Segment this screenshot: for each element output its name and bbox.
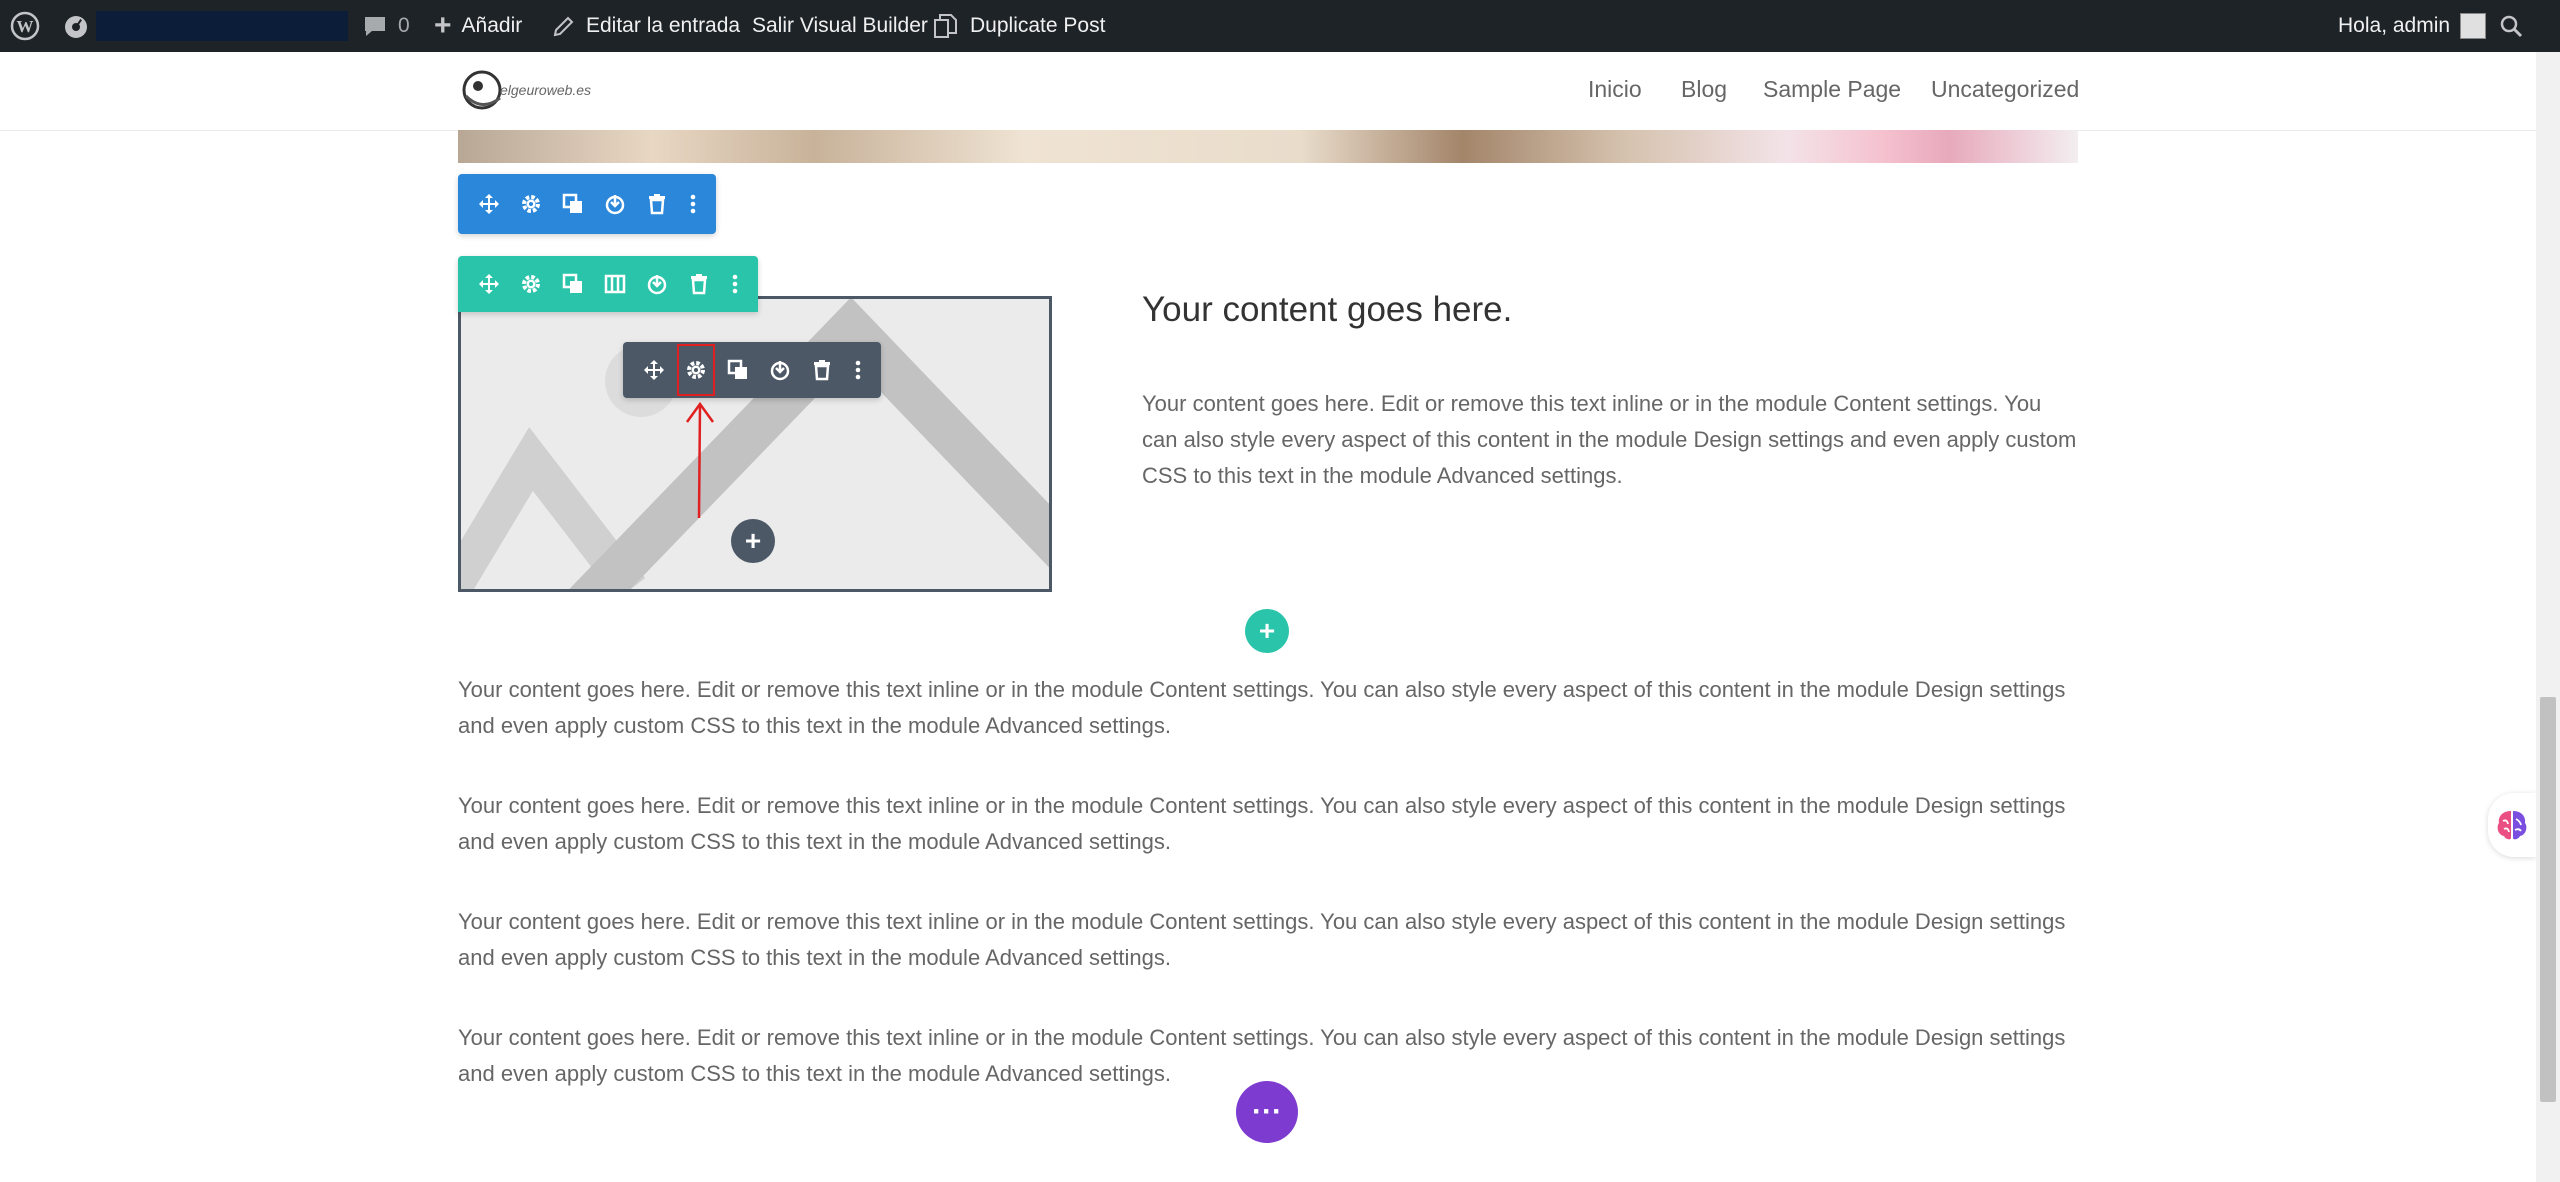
text-module-heading: Your content goes here.: [1142, 290, 1513, 329]
duplicate-icon[interactable]: [552, 256, 594, 312]
trash-icon[interactable]: [678, 256, 720, 312]
duplicate-icon[interactable]: [552, 174, 594, 234]
more-options-icon[interactable]: [843, 342, 873, 398]
comment-icon: [365, 17, 385, 36]
dashboard-icon[interactable]: [62, 0, 90, 52]
site-logo[interactable]: elgeuroweb.es: [460, 66, 591, 114]
nav-item-uncategorized[interactable]: Uncategorized: [1931, 76, 2079, 103]
nav-item-inicio[interactable]: Inicio: [1588, 76, 1642, 103]
logo-text: elgeuroweb.es: [500, 82, 592, 98]
account-menu[interactable]: Hola, admin: [2338, 0, 2487, 52]
move-icon[interactable]: [633, 342, 675, 398]
site-header: elgeuroweb.es Inicio Blog Sample Page Un…: [0, 52, 2536, 130]
row-toolbar: [458, 256, 758, 312]
avatar: [2460, 13, 2487, 39]
pencil-icon: [553, 16, 574, 37]
gear-icon[interactable]: [510, 174, 552, 234]
hero-image: [458, 130, 2078, 163]
comment-count: 0: [398, 14, 410, 37]
gear-icon[interactable]: [510, 256, 552, 312]
trash-icon[interactable]: [636, 174, 678, 234]
text-module-body: Your content goes here. Edit or remove t…: [1142, 391, 2077, 488]
paragraph: Your content goes here. Edit or remove t…: [458, 677, 2066, 738]
edit-post-label: Editar la entrada: [586, 14, 741, 37]
add-new-label: Añadir: [461, 14, 523, 37]
wordpress-logo-icon[interactable]: W: [10, 0, 40, 52]
search-icon[interactable]: [2498, 0, 2524, 52]
module-toolbar: [623, 342, 881, 398]
duplicate-post-label: Duplicate Post: [970, 14, 1106, 37]
paragraph: Your content goes here. Edit or remove t…: [458, 793, 2066, 854]
nav-item-sample-page[interactable]: Sample Page: [1763, 76, 1901, 103]
more-options-icon[interactable]: [678, 174, 708, 234]
section-toolbar: [458, 174, 716, 234]
comments-link[interactable]: 0: [362, 0, 410, 52]
page-scrollbar[interactable]: [2536, 52, 2560, 1182]
duplicate-icon: [934, 14, 957, 38]
builder-menu-button[interactable]: ···: [1236, 1081, 1298, 1143]
exit-visual-builder-link[interactable]: Salir Visual Builder: [752, 0, 928, 52]
site-name-link[interactable]: [96, 0, 348, 52]
save-to-library-icon[interactable]: [594, 174, 636, 234]
plus-icon: +: [434, 9, 452, 42]
greeting-label: Hola, admin: [2338, 14, 2451, 37]
scrollbar-thumb[interactable]: [2540, 697, 2556, 1102]
columns-icon[interactable]: [594, 256, 636, 312]
move-icon[interactable]: [468, 256, 510, 312]
save-to-library-icon[interactable]: [759, 342, 801, 398]
duplicate-post-link[interactable]: Duplicate Post: [932, 0, 1105, 52]
admin-bar: W 0 + Añadir Editar la entrada Salir Vis…: [0, 0, 2560, 52]
brain-icon: [2497, 811, 2527, 840]
add-new-link[interactable]: + Añadir: [434, 0, 522, 52]
exit-visual-builder-label: Salir Visual Builder: [752, 14, 928, 37]
duplicate-icon[interactable]: [717, 342, 759, 398]
site-name-redacted: [96, 11, 348, 41]
paragraph: Your content goes here. Edit or remove t…: [458, 909, 2066, 970]
svg-text:W: W: [17, 17, 34, 36]
side-assistant-widget[interactable]: [2488, 793, 2536, 857]
gear-icon[interactable]: [675, 342, 717, 398]
edit-post-link[interactable]: Editar la entrada: [552, 0, 740, 52]
annotation-arrow-icon: [685, 401, 715, 519]
trash-icon[interactable]: [801, 342, 843, 398]
more-options-icon[interactable]: [720, 256, 750, 312]
save-to-library-icon[interactable]: [636, 256, 678, 312]
add-row-button[interactable]: +: [1245, 609, 1289, 653]
nav-item-blog[interactable]: Blog: [1681, 76, 1727, 103]
add-module-button[interactable]: +: [731, 519, 775, 563]
move-icon[interactable]: [468, 174, 510, 234]
